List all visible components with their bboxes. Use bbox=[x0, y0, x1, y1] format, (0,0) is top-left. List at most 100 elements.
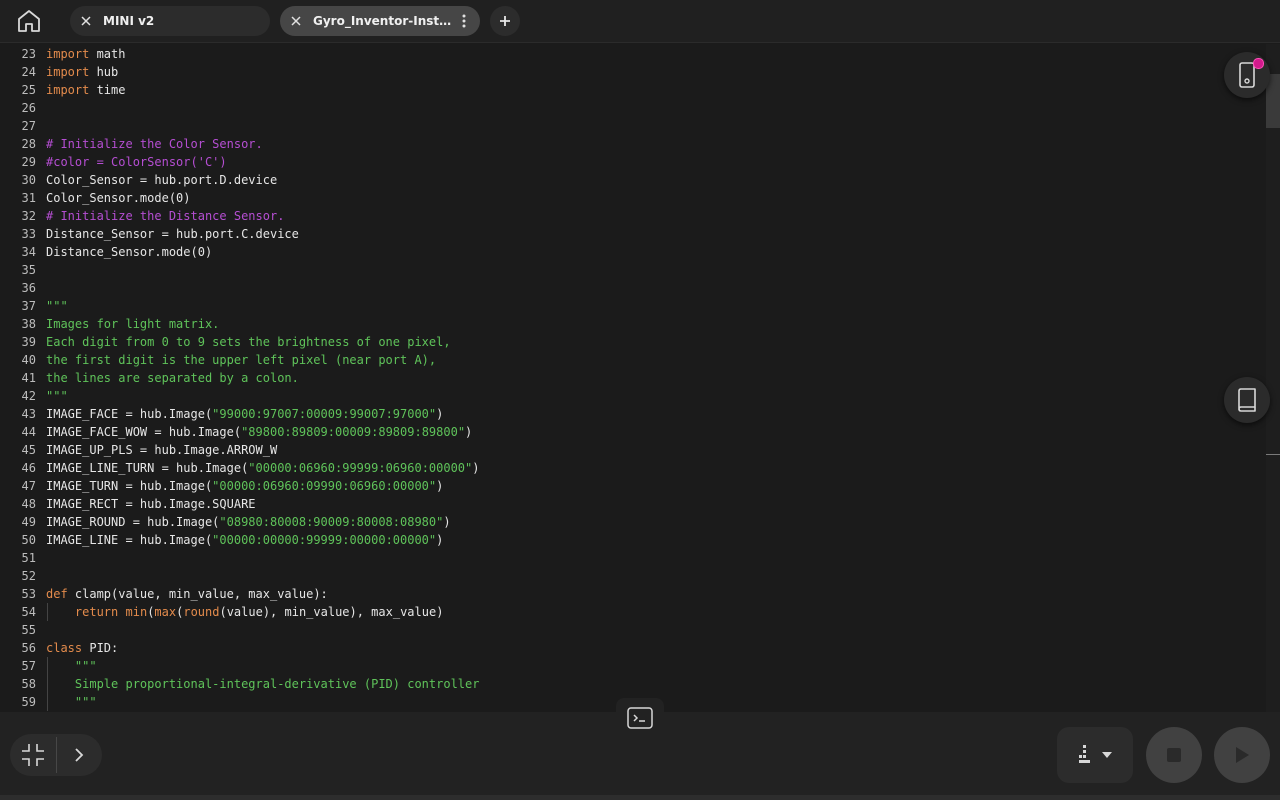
line-number: 39 bbox=[21, 335, 36, 349]
code-line[interactable]: 35 bbox=[0, 261, 1260, 279]
code-line[interactable]: 45 IMAGE_UP_PLS = hub.Image.ARROW_W bbox=[0, 441, 1260, 459]
code-token: Each digit from 0 to 9 sets the brightne… bbox=[46, 335, 451, 349]
code-token: IMAGE_ROUND = hub.Image( bbox=[46, 515, 220, 529]
code-token: import bbox=[46, 83, 90, 97]
code-line[interactable]: 53 def clamp(value, min_value, max_value)… bbox=[0, 585, 1260, 603]
code-line[interactable]: 26 bbox=[0, 99, 1260, 117]
line-number: 27 bbox=[21, 119, 36, 133]
code-token: time bbox=[89, 83, 126, 97]
device-connect-button[interactable] bbox=[1224, 52, 1270, 98]
code-line[interactable]: 57 """ bbox=[0, 657, 1260, 675]
notification-dot bbox=[1253, 58, 1264, 69]
stop-button[interactable] bbox=[1146, 727, 1202, 783]
tab-close-button[interactable] bbox=[288, 13, 304, 29]
indent-guide bbox=[47, 603, 48, 621]
code-line[interactable]: 44 IMAGE_FACE_WOW = hub.Image("89800:8980… bbox=[0, 423, 1260, 441]
code-line[interactable]: 54 return min(max(round(value), min_valu… bbox=[0, 603, 1260, 621]
code-token: import bbox=[46, 65, 90, 79]
home-button[interactable] bbox=[12, 4, 46, 38]
line-number: 26 bbox=[21, 101, 36, 115]
code-line[interactable]: 40 the first digit is the upper left pixe… bbox=[0, 351, 1260, 369]
code-token: "89800:89809:00009:89809:89800" bbox=[241, 425, 466, 439]
code-token: IMAGE_UP_PLS = hub.Image.ARROW_W bbox=[46, 443, 278, 457]
code-text: the first digit is the upper left pixel … bbox=[46, 351, 436, 369]
plus-icon bbox=[500, 16, 510, 26]
line-number: 36 bbox=[21, 281, 36, 295]
line-number: 29 bbox=[21, 155, 36, 169]
code-line[interactable]: 50 IMAGE_LINE = hub.Image("00000:00000:99… bbox=[0, 531, 1260, 549]
line-number: 55 bbox=[21, 623, 36, 637]
code-line[interactable]: 29 #color = ColorSensor('C') bbox=[0, 153, 1260, 171]
code-token: """ bbox=[46, 695, 97, 709]
code-token: ) bbox=[436, 479, 444, 493]
code-line[interactable]: 38 Images for light matrix. bbox=[0, 315, 1260, 333]
collapse-button[interactable] bbox=[10, 734, 56, 776]
code-token: "00000:00000:99999:00000:00000" bbox=[212, 533, 437, 547]
code-text: """ bbox=[46, 693, 97, 711]
top-bar: MINI v2 Gyro_Inventor-Instr... bbox=[0, 0, 1280, 43]
help-book-button[interactable] bbox=[1224, 377, 1270, 423]
code-line[interactable]: 55 bbox=[0, 621, 1260, 639]
code-token: Simple proportional-integral-derivative … bbox=[46, 677, 480, 691]
code-token: #color = ColorSensor('C') bbox=[46, 155, 227, 169]
code-line[interactable]: 27 bbox=[0, 117, 1260, 135]
line-number: 35 bbox=[21, 263, 36, 277]
line-number: 57 bbox=[21, 659, 36, 673]
code-token: """ bbox=[46, 299, 68, 313]
close-icon bbox=[291, 16, 301, 26]
code-line[interactable]: 32 # Initialize the Distance Sensor. bbox=[0, 207, 1260, 225]
tab-mini-v2[interactable]: MINI v2 bbox=[70, 6, 270, 36]
code-line[interactable]: 36 bbox=[0, 279, 1260, 297]
line-number: 54 bbox=[21, 605, 36, 619]
code-line[interactable]: 31 Color_Sensor.mode(0) bbox=[0, 189, 1260, 207]
console-toggle-button[interactable] bbox=[616, 698, 664, 738]
code-editor[interactable]: 23 import math 24 import hub 25 import time 26… bbox=[0, 44, 1266, 712]
code-line[interactable]: 30 Color_Sensor = hub.port.D.device bbox=[0, 171, 1260, 189]
line-number: 32 bbox=[21, 209, 36, 223]
code-token: def bbox=[46, 587, 68, 601]
code-text: IMAGE_UP_PLS = hub.Image.ARROW_W bbox=[46, 441, 277, 459]
slot-selector[interactable] bbox=[1057, 727, 1133, 783]
code-line[interactable]: 41 the lines are separated by a colon. bbox=[0, 369, 1260, 387]
code-line[interactable]: 37 """ bbox=[0, 297, 1260, 315]
code-line[interactable]: 24 import hub bbox=[0, 63, 1260, 81]
code-line[interactable]: 25 import time bbox=[0, 81, 1260, 99]
code-line[interactable]: 28 # Initialize the Color Sensor. bbox=[0, 135, 1260, 153]
line-number: 41 bbox=[21, 371, 36, 385]
new-tab-button[interactable] bbox=[490, 6, 520, 36]
code-line[interactable]: 34 Distance_Sensor.mode(0) bbox=[0, 243, 1260, 261]
code-line[interactable]: 43 IMAGE_FACE = hub.Image("99000:97007:00… bbox=[0, 405, 1260, 423]
expand-button[interactable] bbox=[57, 734, 101, 776]
code-token: round bbox=[183, 605, 220, 619]
code-line[interactable]: 33 Distance_Sensor = hub.port.C.device bbox=[0, 225, 1260, 243]
tab-close-button[interactable] bbox=[78, 13, 94, 29]
code-token: IMAGE_LINE = hub.Image( bbox=[46, 533, 213, 547]
play-button[interactable] bbox=[1214, 727, 1270, 783]
code-line[interactable]: 49 IMAGE_ROUND = hub.Image("08980:80008:9… bbox=[0, 513, 1260, 531]
code-token: IMAGE_TURN = hub.Image( bbox=[46, 479, 213, 493]
code-line[interactable]: 48 IMAGE_RECT = hub.Image.SQUARE bbox=[0, 495, 1260, 513]
bottom-strip bbox=[0, 795, 1280, 800]
code-token: IMAGE_FACE_WOW = hub.Image( bbox=[46, 425, 242, 439]
tab-gyro-inventor[interactable]: Gyro_Inventor-Instr... bbox=[280, 6, 480, 36]
code-line[interactable]: 46 IMAGE_LINE_TURN = hub.Image("00000:069… bbox=[0, 459, 1260, 477]
editor-scrollbar[interactable] bbox=[1266, 44, 1280, 712]
line-number: 31 bbox=[21, 191, 36, 205]
line-number: 42 bbox=[21, 389, 36, 403]
code-text: the lines are separated by a colon. bbox=[46, 369, 299, 387]
code-line[interactable]: 39 Each digit from 0 to 9 sets the bright… bbox=[0, 333, 1260, 351]
code-line[interactable]: 56 class PID: bbox=[0, 639, 1260, 657]
tab-more-button[interactable] bbox=[454, 11, 474, 31]
line-number: 43 bbox=[21, 407, 36, 421]
code-line[interactable]: 47 IMAGE_TURN = hub.Image("00000:06960:09… bbox=[0, 477, 1260, 495]
code-token: Distance_Sensor = hub.port.C.device bbox=[46, 227, 299, 241]
code-line[interactable]: 51 bbox=[0, 549, 1260, 567]
code-text: import hub bbox=[46, 63, 118, 81]
code-line[interactable]: 42 """ bbox=[0, 387, 1260, 405]
code-token: the lines are separated by a colon. bbox=[46, 371, 299, 385]
line-number: 23 bbox=[21, 47, 36, 61]
code-line[interactable]: 58 Simple proportional-integral-derivati… bbox=[0, 675, 1260, 693]
code-line[interactable]: 52 bbox=[0, 567, 1260, 585]
code-line[interactable]: 23 import math bbox=[0, 45, 1260, 63]
